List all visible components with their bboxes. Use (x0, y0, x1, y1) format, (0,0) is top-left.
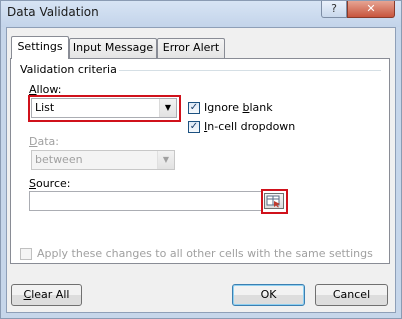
data-validation-dialog: Data Validation ? ✕ Settings Input Messa… (0, 0, 402, 319)
settings-panel: Validation criteria Allow: List ▼ ✓ Igno… (10, 58, 390, 264)
tab-input-message[interactable]: Input Message (69, 38, 157, 58)
apply-all-label: Apply these changes to all other cells w… (37, 247, 373, 260)
close-button[interactable]: ✕ (347, 1, 395, 18)
apply-all-checkbox (20, 248, 32, 260)
source-button-highlight (261, 189, 288, 214)
title-bar: Data Validation ? ✕ (1, 1, 401, 27)
help-button[interactable]: ? (321, 1, 347, 18)
allow-highlight (28, 95, 181, 122)
clear-all-button[interactable]: Clear All (11, 284, 82, 306)
tab-error-alert[interactable]: Error Alert (157, 38, 225, 58)
source-label: Source: (29, 177, 71, 190)
ignore-blank-checkbox[interactable]: ✓ (188, 102, 200, 114)
source-input[interactable] (29, 191, 263, 211)
chevron-down-icon: ▼ (157, 151, 174, 169)
cancel-button[interactable]: Cancel (315, 284, 388, 306)
dialog-body: Settings Input Message Error Alert Valid… (6, 27, 396, 313)
data-label: Data: (29, 135, 59, 148)
window-title: Data Validation (7, 5, 99, 19)
incell-dropdown-checkbox[interactable]: ✓ (188, 121, 200, 133)
group-divider (119, 70, 381, 71)
tab-settings[interactable]: Settings (11, 36, 69, 59)
ok-button[interactable]: OK (232, 284, 305, 306)
ignore-blank-label: Ignore blank (204, 101, 273, 114)
group-label: Validation criteria (20, 63, 117, 76)
incell-dropdown-label: In-cell dropdown (204, 120, 296, 133)
data-select-value: between (35, 153, 83, 166)
data-select: between ▼ (31, 150, 175, 170)
